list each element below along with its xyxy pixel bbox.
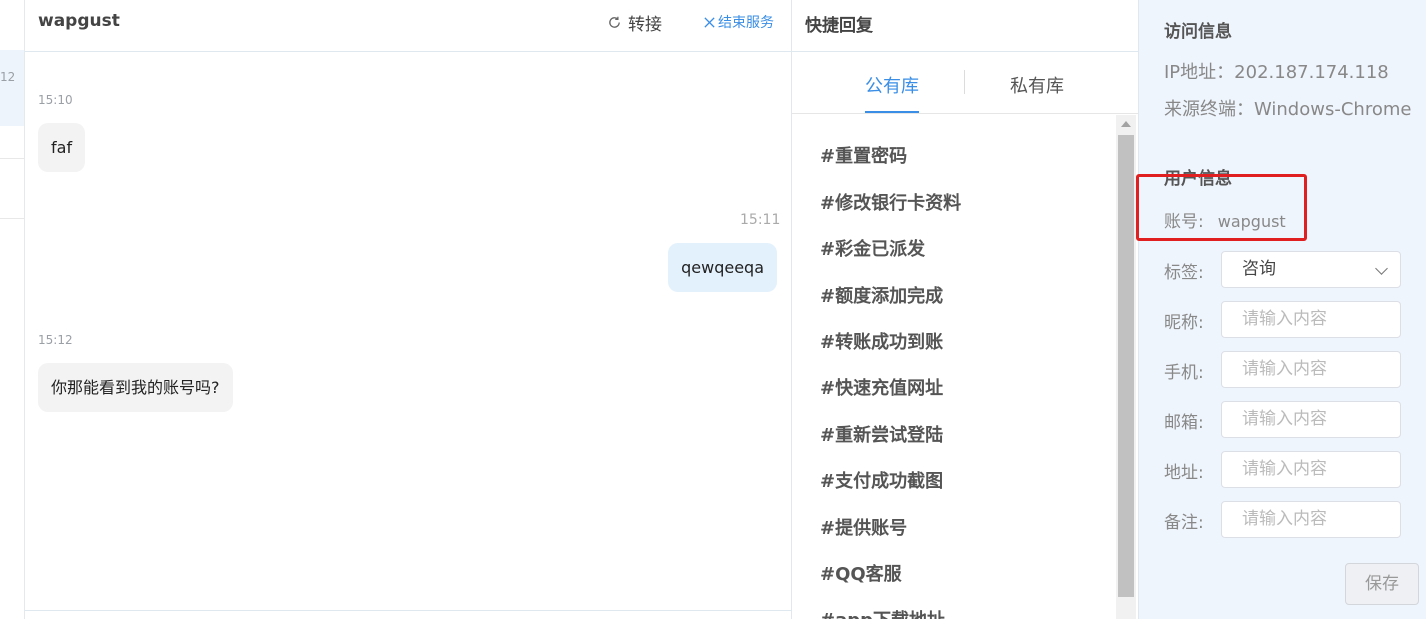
chat-input-divider [25,610,791,611]
source-terminal: 来源终端：Windows-Chrome [1164,99,1412,120]
quick-reply-item[interactable]: #快速充值网址 [820,374,943,400]
chat-header: wapgust 转接 结束服务 [25,0,791,52]
quick-reply-list: #重置密码 #修改银行卡资料 #彩金已派发 #额度添加完成 #转账成功到账 #快… [792,115,1116,619]
tab-divider [964,70,965,94]
tab-private-library[interactable]: 私有库 [1010,72,1064,98]
quick-reply-tabs: 公有库 私有库 [792,52,1138,114]
quick-reply-header: 快捷回复 [792,0,1138,52]
close-icon [704,16,715,28]
message-bubble-outgoing: qewqeeqa [668,243,777,292]
quick-reply-title: 快捷回复 [805,16,873,36]
address-label: 地址: [1164,463,1204,483]
chat-panel: wapgust 转接 结束服务 15:10 faf 15:11 qewqeeqa… [25,0,792,619]
save-button[interactable]: 保存 [1345,563,1419,605]
scrollbar-thumb[interactable] [1118,135,1134,597]
message-time: 15:10 [38,93,73,107]
conversation-list-edge: 12 [0,0,25,619]
remark-label: 备注: [1164,513,1204,533]
address-input[interactable]: 请输入内容 [1221,451,1401,488]
scroll-up-arrow-icon[interactable] [1121,121,1131,127]
email-input[interactable]: 请输入内容 [1221,401,1401,438]
quick-reply-item[interactable]: #重置密码 [820,142,907,168]
email-label: 邮箱: [1164,413,1204,433]
quick-reply-item[interactable]: #转账成功到账 [820,328,943,354]
message-time: 15:12 [38,333,73,347]
end-service-button[interactable]: 结束服务 [703,12,774,32]
tag-select[interactable]: 咨询 [1221,251,1401,288]
tag-selected-value: 咨询 [1242,259,1276,279]
quick-reply-item[interactable]: #支付成功截图 [820,467,943,493]
highlight-annotation-box [1136,174,1307,241]
quick-reply-panel: 快捷回复 公有库 私有库 #重置密码 #修改银行卡资料 #彩金已派发 #额度添加… [792,0,1138,619]
message-bubble-incoming: faf [38,123,86,172]
transfer-button[interactable]: 转接 [607,10,662,35]
quick-reply-item[interactable]: #修改银行卡资料 [820,189,961,215]
tab-public-library[interactable]: 公有库 [865,72,919,98]
message-time: 15:11 [740,212,781,228]
remark-input[interactable]: 请输入内容 [1221,501,1401,538]
ip-address: IP地址：202.187.174.118 [1164,62,1389,83]
info-panel: 访问信息 IP地址：202.187.174.118 来源终端：Windows-C… [1138,0,1426,619]
quick-reply-item[interactable]: #app下载地址 [820,606,945,619]
app-root: 12 wapgust 转接 结束服务 15:10 faf 15:11 qewqe… [0,0,1426,619]
end-service-label: 结束服务 [718,15,774,31]
message-bubble-incoming: 你那能看到我的账号吗? [38,363,233,412]
phone-label: 手机: [1164,363,1204,383]
conversation-item-active[interactable] [0,50,24,126]
tab-active-indicator [865,111,919,113]
refresh-icon [609,16,620,28]
nickname-input[interactable]: 请输入内容 [1221,301,1401,338]
conversation-item-count: 12 [0,70,16,84]
chat-title: wapgust [38,11,120,31]
quick-reply-item[interactable]: #提供账号 [820,514,907,540]
transfer-label: 转接 [628,15,662,35]
chevron-down-icon [1375,262,1388,275]
quick-reply-item[interactable]: #QQ客服 [820,560,902,586]
divider [0,218,24,219]
quick-reply-scrollbar[interactable] [1116,115,1136,619]
quick-reply-item[interactable]: #重新尝试登陆 [820,421,943,447]
visit-info-title: 访问信息 [1164,22,1232,42]
quick-reply-item[interactable]: #彩金已派发 [820,235,925,261]
phone-input[interactable]: 请输入内容 [1221,351,1401,388]
tag-label: 标签: [1164,263,1204,283]
nickname-label: 昵称: [1164,313,1204,333]
divider [0,158,24,159]
quick-reply-item[interactable]: #额度添加完成 [820,282,943,308]
